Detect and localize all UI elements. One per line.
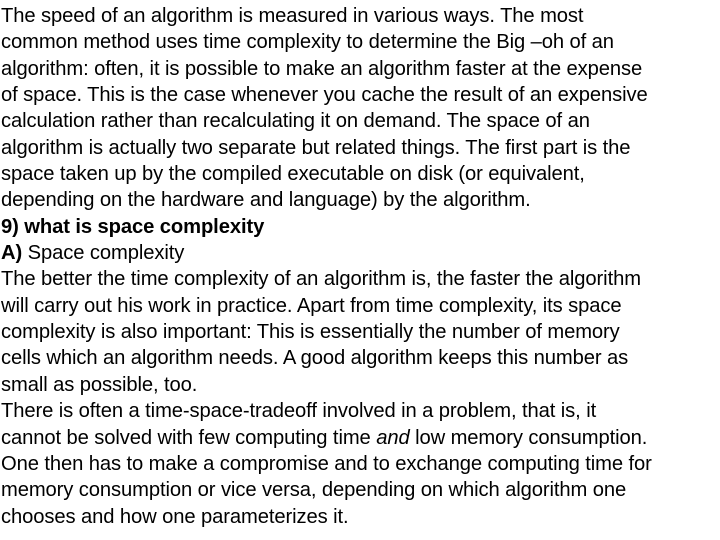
answer-text: Space complexity [22, 242, 185, 265]
text-line: complexity is also important: This is es… [1, 321, 620, 344]
text-segment: low memory consumption. [409, 426, 648, 449]
answer-paragraph: The better the time complexity of an alg… [1, 266, 719, 398]
document-page: The speed of an algorithm is measured in… [1, 3, 719, 530]
intro-paragraph: The speed of an algorithm is measured in… [1, 3, 719, 214]
text-line: will carry out his work in practice. Apa… [1, 294, 622, 317]
answer-label: A) [1, 242, 23, 265]
text-segment: cannot be solved with few computing time [1, 426, 377, 449]
text-line: algorithm: often, it is possible to make… [1, 57, 643, 80]
text-line: memory consumption or vice versa, depend… [1, 479, 627, 502]
tradeoff-paragraph: There is often a time-space-tradeoff inv… [1, 398, 719, 530]
text-line: One then has to make a compromise and to… [1, 452, 652, 475]
answer-line: A) Space complexity [1, 240, 719, 266]
text-line: of space. This is the case whenever you … [1, 84, 648, 107]
text-line: small as possible, too. [1, 373, 198, 396]
text-line: depending on the hardware and language) … [1, 189, 531, 212]
text-line: cells which an algorithm needs. A good a… [1, 347, 629, 370]
text-line: algorithm is actually two separate but r… [1, 136, 631, 159]
text-line: The better the time complexity of an alg… [1, 268, 641, 291]
text-line: There is often a time-space-tradeoff inv… [1, 400, 597, 423]
text-line: common method uses time complexity to de… [1, 31, 614, 54]
text-line: cannot be solved with few computing time… [1, 425, 719, 451]
text-line: The speed of an algorithm is measured in… [1, 5, 584, 27]
question-heading: 9) what is space complexity [1, 215, 265, 238]
emphasis-text: and [376, 426, 410, 449]
text-line: chooses and how one parameterizes it. [1, 505, 349, 528]
text-line: space taken up by the compiled executabl… [1, 163, 585, 186]
text-line: calculation rather than recalculating it… [1, 110, 590, 133]
